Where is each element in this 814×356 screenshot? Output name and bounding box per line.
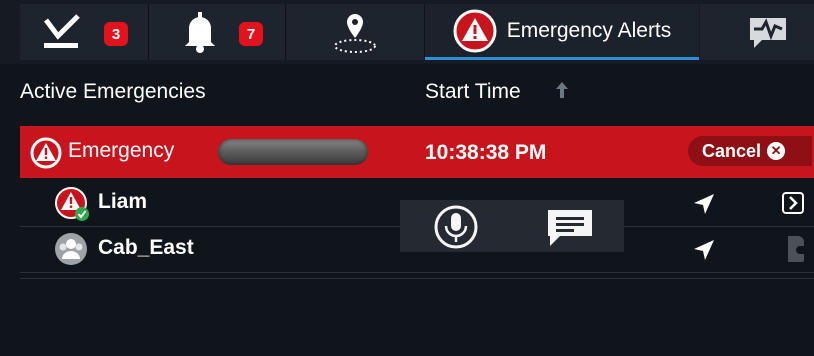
member-name: Liam [98, 190, 148, 213]
tab-tasks[interactable]: 3 [20, 4, 149, 60]
checkmark-icon [42, 14, 82, 55]
emergency-row[interactable]: Emergency 10:38:38 PM Cancel ✕ [20, 126, 814, 178]
communication-overlay [400, 200, 624, 252]
tab-geofence[interactable] [286, 4, 425, 60]
tab-alerts[interactable]: 7 [149, 4, 286, 60]
start-time-header[interactable]: Start Time [425, 80, 521, 104]
user-emergency-icon [54, 186, 89, 221]
emergency-label: Emergency [68, 139, 175, 162]
heartbeat-chat-icon [746, 14, 790, 57]
member-name: Cab_East [98, 236, 194, 259]
navigation-arrow-icon[interactable] [692, 192, 716, 216]
tasks-badge: 3 [104, 22, 128, 46]
group-icon [54, 232, 88, 266]
cancel-emergency-button[interactable]: Cancel ✕ [688, 136, 812, 166]
navigation-arrow-icon[interactable] [692, 238, 716, 262]
alerts-badge: 7 [239, 22, 263, 46]
ptt-handset-icon[interactable] [784, 232, 808, 271]
tab-emergency-alerts-label: Emergency Alerts [506, 18, 672, 42]
sort-ascending-icon[interactable] [554, 80, 570, 105]
close-icon: ✕ [767, 142, 786, 160]
bell-icon [181, 12, 219, 59]
map-pin-icon [330, 12, 380, 61]
active-emergencies-header: Active Emergencies [20, 80, 206, 103]
tab-vitals[interactable] [700, 4, 814, 60]
tab-emergency-alerts[interactable]: Emergency Alerts [425, 4, 699, 60]
list-divider [20, 278, 814, 279]
expand-chevron-icon[interactable] [782, 192, 804, 219]
emergency-alert-icon [453, 9, 497, 53]
redacted-name [218, 139, 368, 165]
microphone-icon[interactable] [432, 204, 480, 250]
tab-bar: 3 7 Emergency Alerts [0, 0, 814, 64]
message-icon[interactable] [544, 204, 592, 250]
cancel-label: Cancel [702, 140, 762, 161]
column-header-row: Active Emergencies Start Time [0, 64, 814, 124]
emergency-start-time: 10:38:38 PM [425, 141, 547, 164]
emergency-icon [30, 137, 62, 174]
